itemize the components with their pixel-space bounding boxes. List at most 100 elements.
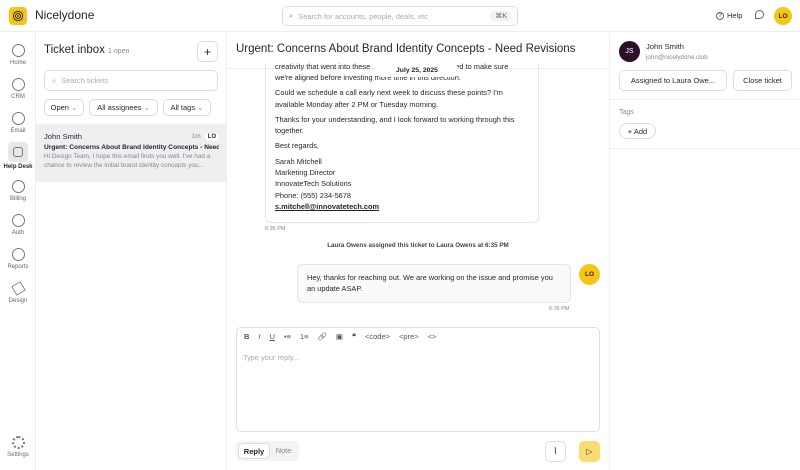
auth-icon (11, 214, 25, 227)
open-count: 1 open (108, 48, 130, 55)
divider (610, 148, 800, 149)
paperclip-icon: ⌇ (553, 446, 558, 456)
close-ticket-button[interactable]: Close ticket (733, 70, 792, 91)
sidebar-item-home[interactable]: Home (0, 44, 36, 66)
conversation-panel: Urgent: Concerns About Brand Identity Co… (227, 32, 609, 470)
sidebar-item-help-desk[interactable]: Help Desk (0, 142, 36, 170)
sidebar: Home CRM Email Help Desk Billing Auth Re… (0, 32, 36, 470)
code-button[interactable]: <code> (365, 332, 390, 341)
send-button[interactable]: ▷ (579, 441, 600, 462)
sidebar-item-reports[interactable]: Reports (0, 248, 36, 270)
signature-line: Marketing Director (275, 168, 336, 178)
email-link[interactable]: s.mitchell@innovatetech.com (275, 201, 529, 212)
billing-icon (11, 180, 25, 193)
signature-line: InnovateTech Solutions (275, 179, 352, 189)
html-button[interactable]: <> (428, 332, 437, 341)
contact-avatar: JS (619, 41, 640, 62)
italic-button[interactable]: I (258, 332, 260, 341)
bullet-list-button[interactable]: •≡ (284, 332, 291, 341)
customer-message: creativity that went into these ed to mak… (265, 62, 539, 223)
top-bar: Nicelydone ⌕ Search for accounts, people,… (0, 0, 800, 32)
assignee-button[interactable]: Assigned to Laura Owe... (619, 70, 727, 91)
help-button[interactable]: ? Help (716, 11, 742, 20)
tags-filter[interactable]: All tags ⌄ (163, 99, 211, 116)
numbered-list-button[interactable]: 1≡ (300, 332, 309, 341)
global-search-input[interactable]: ⌕ Search for accounts, people, deals, etc… (282, 6, 518, 26)
cursor-icon (10, 281, 26, 296)
ticket-search-input[interactable]: ⌕ Search tickets (44, 70, 218, 91)
chat-bubbles-icon (13, 147, 23, 157)
ticket-preview: Hi Design Team, I hope this email finds … (44, 153, 211, 169)
chat-icon[interactable] (755, 10, 764, 19)
sidebar-item-crm[interactable]: CRM (0, 78, 36, 100)
message-time: 6:35 PM (265, 226, 286, 232)
tags-label: Tags (619, 109, 634, 116)
ticket-subject: Urgent: Concerns About Brand Identity Co… (44, 144, 219, 151)
sidebar-item-email[interactable]: Email (0, 112, 36, 134)
note-tab[interactable]: Note (270, 443, 297, 459)
divider (610, 99, 800, 100)
search-placeholder: Search for accounts, people, deals, etc (298, 11, 428, 21)
pre-button[interactable]: <pre> (399, 332, 419, 341)
underline-button[interactable]: U (270, 332, 275, 341)
help-icon: ? (716, 11, 724, 20)
ticket-list-item[interactable]: John Smith 1m LO Urgent: Concerns About Br… (36, 124, 227, 182)
reply-editor[interactable]: B I U •≡ 1≡ 🔗 ▣ ❝ <code> <pre> <> Type y… (236, 327, 600, 432)
mail-icon (11, 112, 25, 125)
brand-name: Nicelydone (35, 8, 95, 22)
ticket-requester: John Smith (44, 132, 82, 141)
signature-line: Sarah Mitchell (275, 156, 322, 166)
assignee-badge: LO (204, 132, 219, 141)
chart-icon (11, 248, 25, 261)
filter-label: Open (50, 103, 69, 112)
reply-mode-toggle: Reply Note (236, 441, 299, 461)
contact-panel: JS John Smith john@nicelydone.club Assig… (609, 32, 800, 470)
reply-time: 6:36 PM (549, 306, 570, 312)
nav-label: Home (9, 60, 26, 66)
sidebar-item-billing[interactable]: Billing (0, 180, 36, 202)
link-button[interactable]: 🔗 (318, 332, 327, 341)
message-text: creativity that went into these (275, 62, 371, 71)
assignment-event: Laura Owens assigned this ticket to Laur… (327, 242, 509, 249)
contact-email: john@nicelydone.club (646, 54, 708, 61)
sidebar-item-design[interactable]: Design (0, 281, 36, 304)
new-ticket-button[interactable]: + (197, 41, 218, 62)
message-text: Could we schedule a call early next week… (275, 88, 503, 109)
user-avatar[interactable]: LO (774, 7, 792, 25)
reply-placeholder: Type your reply... (243, 353, 300, 362)
nav-label: Email (10, 128, 26, 134)
attach-button[interactable]: ⌇ (545, 441, 566, 462)
chevron-down-icon: ⌄ (143, 103, 150, 112)
date-divider: July 25, 2025 (375, 64, 459, 77)
add-tag-button[interactable]: + Add (619, 123, 656, 139)
search-icon: ⌕ (289, 11, 294, 20)
sidebar-item-auth[interactable]: Auth (0, 214, 36, 236)
filter-label: All assignees (97, 103, 142, 112)
message-text: Thanks for your understanding, and I loo… (275, 114, 515, 136)
nav-label: Reports (7, 264, 29, 270)
nav-label: Auth (11, 230, 25, 236)
help-label: Help (727, 11, 743, 20)
sidebar-item-settings[interactable]: Settings (0, 436, 36, 458)
inbox-title: Ticket inbox (44, 44, 105, 56)
chevron-down-icon: ⌄ (197, 103, 204, 112)
assignee-filter[interactable]: All assignees ⌄ (89, 99, 158, 116)
user-circle-icon (11, 78, 25, 91)
message-text: Best regards, (275, 141, 319, 151)
filter-label: All tags (170, 103, 196, 112)
bold-button[interactable]: B (244, 332, 249, 341)
quote-button[interactable]: ❝ (352, 332, 356, 341)
shortcut-badge: ⌘K (491, 11, 511, 21)
nav-label: CRM (11, 94, 25, 100)
agent-avatar: LO (579, 264, 600, 285)
logo[interactable] (9, 7, 27, 25)
editor-toolbar: B I U •≡ 1≡ 🔗 ▣ ❝ <code> <pre> <> (244, 332, 436, 341)
home-icon (11, 44, 25, 57)
image-button[interactable]: ▣ (336, 332, 343, 341)
chevron-down-icon: ⌄ (71, 103, 78, 112)
status-filter[interactable]: Open ⌄ (44, 99, 84, 116)
contact-name: John Smith (646, 42, 684, 51)
reply-tab[interactable]: Reply (238, 443, 270, 459)
search-icon: ⌕ (52, 75, 57, 85)
gear-icon (11, 436, 25, 449)
